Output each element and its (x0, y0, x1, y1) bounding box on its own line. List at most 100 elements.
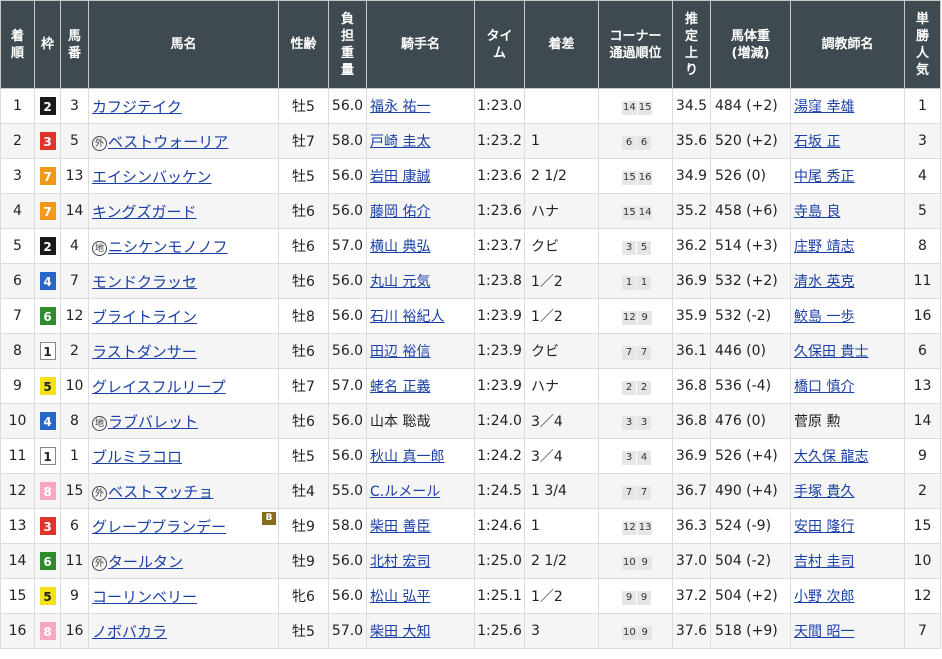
horse-name-link[interactable]: モンドクラッセ (92, 273, 197, 291)
waku-cell: 6 (34, 543, 61, 579)
jockey-link[interactable]: 松山 弘平 (370, 589, 430, 605)
umaban-cell: 16 (60, 613, 89, 649)
jockey-link[interactable]: 蛯名 正義 (370, 379, 430, 395)
horse-name-link[interactable]: タールタン (108, 553, 183, 571)
header-body-weight: 馬体重 (増減) (710, 0, 791, 89)
horse-name-link[interactable]: エイシンバッケン (92, 168, 212, 186)
trainer-link[interactable]: 清水 英克 (794, 274, 854, 290)
trainer-link[interactable]: 手塚 貴久 (794, 484, 854, 500)
burden-cell: 58.0 (328, 508, 367, 544)
trainer-link[interactable]: 安田 隆行 (794, 519, 854, 535)
trainer-link[interactable]: 吉村 圭司 (794, 554, 854, 570)
trainer-link[interactable]: 小野 次郎 (794, 589, 854, 605)
last3f-cell: 35.2 (672, 193, 711, 229)
jockey-link[interactable]: 横山 典弘 (370, 239, 430, 255)
trainer-link[interactable]: 寺島 良 (794, 204, 840, 220)
corner-position: 6 (637, 135, 651, 150)
burden-cell: 57.0 (328, 228, 367, 264)
body-weight-cell: 514 (+3) (710, 228, 791, 264)
header-sex-age: 性齢 (278, 0, 329, 89)
sex-age-cell: 牡4 (278, 473, 329, 509)
horse-name-link[interactable]: コーリンベリー (92, 588, 197, 606)
corner-position: 14 (637, 205, 653, 220)
horse-name-link[interactable]: ラブバレット (108, 413, 198, 431)
popularity-cell: 13 (904, 368, 941, 404)
horse-name-cell: 地ニシケンモノノフ (88, 228, 279, 264)
horse-origin-mark: 外 (92, 485, 107, 501)
rank-cell: 5 (0, 228, 35, 264)
jockey-link[interactable]: 藤岡 佑介 (370, 204, 430, 220)
trainer-link[interactable]: 天間 昭一 (794, 624, 854, 640)
header-waku: 枠 (34, 0, 61, 89)
sex-age-cell: 牡9 (278, 543, 329, 579)
margin-cell (524, 88, 599, 124)
header-corner: コーナー 通過順位 (598, 0, 673, 89)
jockey-link[interactable]: 柴田 大知 (370, 624, 430, 640)
jockey-link[interactable]: 田辺 裕信 (370, 344, 430, 360)
horse-name-link[interactable]: グレイスフルリープ (92, 378, 226, 396)
trainer-cell: 石坂 正 (790, 123, 905, 159)
jockey-link[interactable]: 戸崎 圭太 (370, 134, 430, 150)
trainer-link[interactable]: 大久保 龍志 (794, 449, 868, 465)
time-cell: 1:24.2 (474, 438, 525, 474)
corner-cell: 12 9 (598, 298, 673, 334)
burden-cell: 58.0 (328, 123, 367, 159)
margin-cell: 1 3/4 (524, 473, 599, 509)
jockey-link[interactable]: 岩田 康誠 (370, 169, 430, 185)
waku-cell: 7 (34, 158, 61, 194)
trainer-link[interactable]: 橋口 慎介 (794, 379, 854, 395)
horse-name-link[interactable]: ベストマッチョ (108, 483, 213, 501)
jockey-link[interactable]: C.ルメール (370, 484, 440, 500)
horse-name-link[interactable]: グレープブランデー (92, 518, 226, 536)
horse-name-link[interactable]: ブルミラコロ (92, 448, 182, 466)
margin-cell: ハナ (524, 193, 599, 229)
horse-name-link[interactable]: ニシケンモノノフ (108, 238, 228, 256)
jockey-link[interactable]: 福永 祐一 (370, 99, 430, 115)
table-row: 5 2 4 地ニシケンモノノフ 牡6 57.0 横山 典弘 1:23.7 クビ 3 5 36.2 514… (0, 228, 941, 264)
rank-cell: 1 (0, 88, 35, 124)
jockey-cell: 柴田 大知 (366, 613, 475, 649)
body-weight-cell: 504 (+2) (710, 578, 791, 614)
trainer-link[interactable]: 久保田 貴士 (794, 344, 868, 360)
trainer-cell: 菅原 勲 (790, 403, 905, 439)
trainer-link[interactable]: 石坂 正 (794, 134, 840, 150)
trainer-link[interactable]: 中尾 秀正 (794, 169, 854, 185)
trainer-cell: 中尾 秀正 (790, 158, 905, 194)
horse-name-link[interactable]: ベストウォーリア (108, 133, 228, 151)
jockey-link[interactable]: 石川 裕紀人 (370, 309, 444, 325)
waku-cell: 2 (34, 88, 61, 124)
waku-badge: 1 (39, 342, 56, 360)
trainer-link[interactable]: 湯窪 幸雄 (794, 99, 854, 115)
last3f-cell: 34.9 (672, 158, 711, 194)
jockey-link[interactable]: 丸山 元気 (370, 274, 430, 290)
margin-cell: 3／4 (524, 438, 599, 474)
rank-cell: 2 (0, 123, 35, 159)
waku-badge: 2 (39, 97, 56, 115)
horse-name-link[interactable]: ノボバカラ (92, 623, 167, 641)
jockey-cell: 蛯名 正義 (366, 368, 475, 404)
last3f-cell: 36.7 (672, 473, 711, 509)
body-weight-cell: 532 (+2) (710, 263, 791, 299)
jockey-link[interactable]: 柴田 善臣 (370, 519, 430, 535)
umaban-cell: 10 (60, 368, 89, 404)
trainer-link[interactable]: 庄野 靖志 (794, 239, 854, 255)
last3f-cell: 36.3 (672, 508, 711, 544)
horse-name-link[interactable]: カフジテイク (92, 98, 182, 116)
corner-position: 9 (622, 590, 636, 605)
header-umaban: 馬番 (60, 0, 89, 89)
header-time: タイム (474, 0, 525, 89)
trainer-link[interactable]: 鮫島 一歩 (794, 309, 854, 325)
margin-cell: 2 1/2 (524, 543, 599, 579)
jockey-link[interactable]: 北村 宏司 (370, 554, 430, 570)
horse-name-link[interactable]: ラストダンサー (92, 343, 197, 361)
body-weight-cell: 524 (-9) (710, 508, 791, 544)
jockey-link[interactable]: 秋山 真一郎 (370, 449, 444, 465)
horse-origin-mark: 外 (92, 135, 107, 151)
horse-name-link[interactable]: ブライトライン (92, 308, 197, 326)
corner-position: 10 (622, 555, 637, 570)
horse-name-link[interactable]: キングズガード (92, 203, 197, 221)
horse-name-cell: 地ラブバレット (88, 403, 279, 439)
last3f-cell: 36.9 (672, 263, 711, 299)
last3f-cell: 35.6 (672, 123, 711, 159)
trainer-cell: 橋口 慎介 (790, 368, 905, 404)
